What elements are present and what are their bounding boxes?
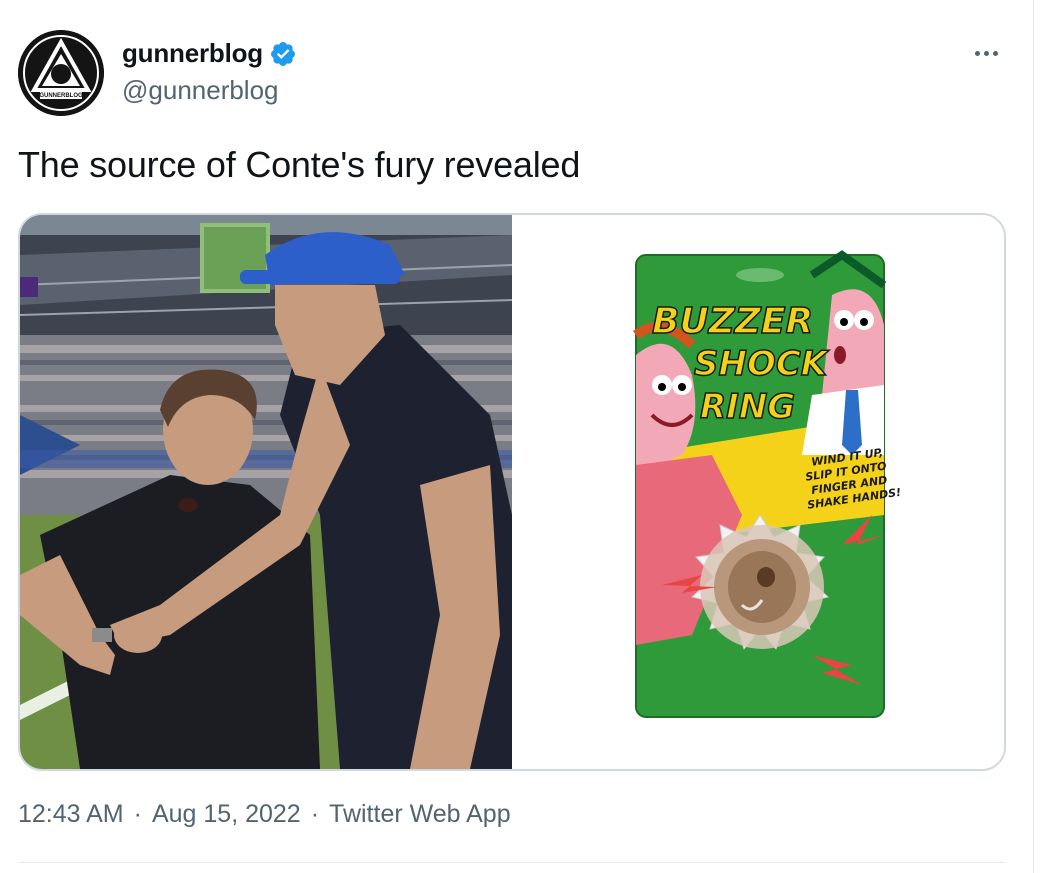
tweet-meta: 12:43 AM · Aug 15, 2022 · Twitter Web Ap… [18, 800, 511, 829]
tweet-source[interactable]: Twitter Web App [329, 800, 511, 829]
photo-buzzer-ring[interactable]: BUZZER SHOCK RING WIND IT UP, SLIP IT ON… [512, 215, 1004, 769]
media-grid[interactable]: BUZZER SHOCK RING WIND IT UP, SLIP IT ON… [18, 213, 1006, 771]
verified-badge-icon [271, 41, 295, 66]
svg-text:GUNNERBLOG: GUNNERBLOG [39, 93, 83, 99]
display-name[interactable]: gunnerblog [122, 38, 263, 69]
tweet-article[interactable]: GUNNERBLOG gunnerblog @gunnerblog The so… [0, 0, 1033, 873]
tweet-header: GUNNERBLOG gunnerblog @gunnerblog [18, 30, 1008, 118]
product-title-line2: SHOCK [694, 344, 830, 384]
product-title-line3: RING [700, 387, 795, 427]
more-dots-icon[interactable] [968, 38, 1004, 68]
user-handle[interactable]: @gunnerblog [122, 75, 297, 106]
avatar[interactable]: GUNNERBLOG [18, 30, 104, 116]
divider [18, 862, 1006, 863]
tweet-time[interactable]: 12:43 AM [18, 800, 124, 829]
meta-separator: · [310, 800, 320, 828]
product-title-line1: BUZZER [652, 301, 813, 342]
column-border [1033, 0, 1034, 873]
tweet-text: The source of Conte's fury revealed [18, 144, 581, 185]
tweet-date[interactable]: Aug 15, 2022 [152, 800, 301, 829]
user-names: gunnerblog @gunnerblog [122, 38, 297, 106]
meta-separator: · [133, 800, 142, 828]
photo-handshake[interactable] [20, 215, 512, 769]
